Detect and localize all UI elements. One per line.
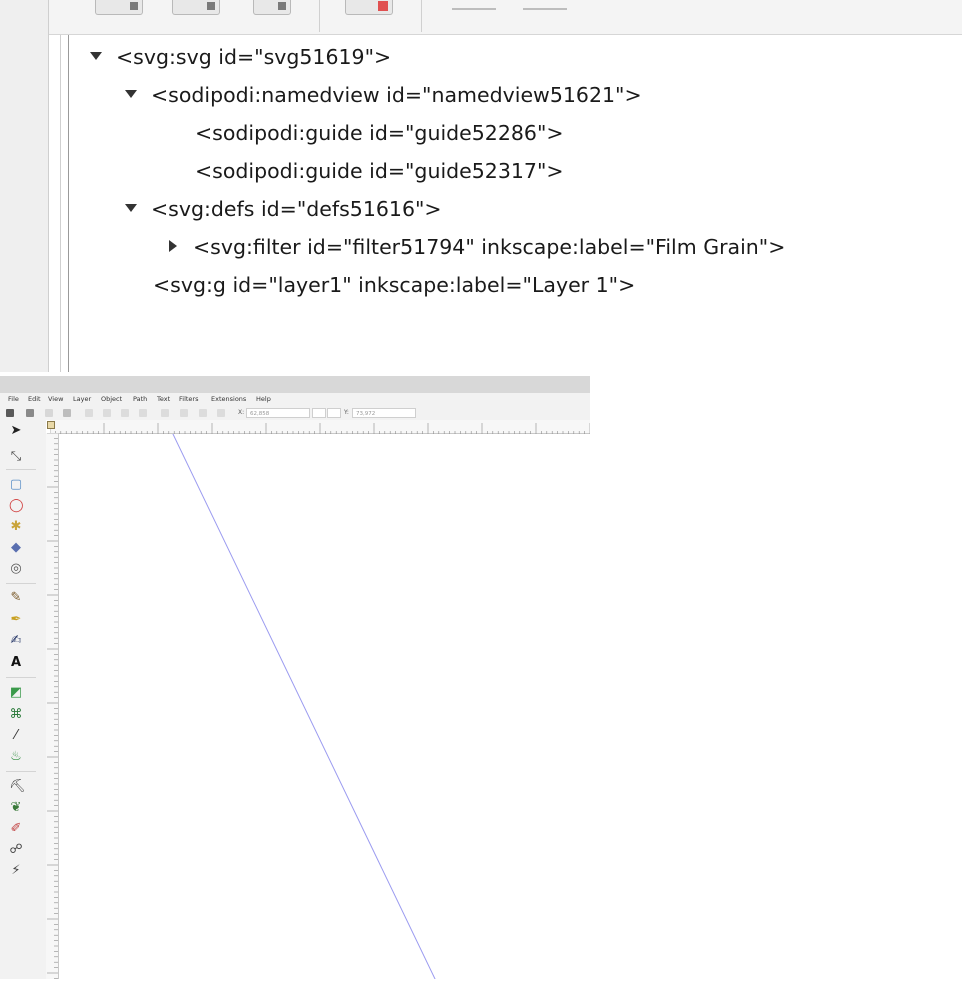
raise-icon[interactable] xyxy=(180,409,188,417)
tree-node-guide-2[interactable]: <sodipodi:guide id="guide52317"> xyxy=(195,152,564,190)
tree-node-filter[interactable]: <svg:filter id="filter51794" inkscape:la… xyxy=(169,228,785,266)
tree-view-border xyxy=(68,34,69,372)
y-label: Y: xyxy=(344,409,349,416)
canvas-svg xyxy=(172,434,436,979)
tree-node-namedview[interactable]: <sodipodi:namedview id="namedview51621"> xyxy=(125,76,642,114)
x-decrement-button[interactable] xyxy=(312,408,326,418)
menu-filters[interactable]: Filters xyxy=(179,395,198,403)
tool-controls-bar: X: 62,858 Y: 73,972 xyxy=(0,406,590,420)
duplicate-node-button[interactable] xyxy=(253,0,291,15)
select-all-icon[interactable] xyxy=(6,409,14,417)
pen-tool-icon[interactable]: ✒ xyxy=(9,613,23,627)
ruler-ticks xyxy=(47,432,58,979)
toolbox-separator xyxy=(6,771,36,772)
mesh-tool-icon[interactable]: ⌘ xyxy=(9,708,23,722)
lock-guides-icon[interactable] xyxy=(47,421,55,429)
tree-node-svg-root[interactable]: <svg:svg id="svg51619"> xyxy=(90,38,391,76)
menu-text[interactable]: Text xyxy=(157,395,170,403)
connector-tool-icon[interactable]: ☍ xyxy=(9,843,23,857)
expander-expanded-icon[interactable] xyxy=(125,204,137,212)
rotate-cw-icon[interactable] xyxy=(103,409,111,417)
window-titlebar xyxy=(0,376,590,393)
lower-icon[interactable] xyxy=(199,409,207,417)
toolbar-separator xyxy=(421,0,422,32)
flip-vertical-icon[interactable] xyxy=(139,409,147,417)
inkscape-window: File Edit View Layer Object Path Text Fi… xyxy=(0,376,591,979)
menu-layer[interactable]: Layer xyxy=(73,395,91,403)
paint-bucket-tool-icon[interactable]: ♨ xyxy=(9,750,23,764)
panel-left-strip xyxy=(0,0,48,372)
x-field[interactable]: 62,858 xyxy=(246,408,310,418)
tree-node-layer[interactable]: <svg:g id="layer1" inkscape:label="Layer… xyxy=(153,266,635,304)
menu-path[interactable]: Path xyxy=(133,395,147,403)
toolbox-separator xyxy=(6,583,36,584)
select-all-layers-icon[interactable] xyxy=(26,409,34,417)
menu-view[interactable]: View xyxy=(48,395,63,403)
pencil-tool-icon[interactable]: ✎ xyxy=(9,591,23,605)
xml-editor-toolbar xyxy=(49,0,962,35)
toolbox-separator xyxy=(6,469,36,470)
menu-object[interactable]: Object xyxy=(101,395,122,403)
tree-node-guide-1[interactable]: <sodipodi:guide id="guide52286"> xyxy=(195,114,564,152)
toolbar-separator xyxy=(319,0,320,32)
horizontal-ruler xyxy=(49,420,591,435)
xml-editor-panel: <svg:svg id="svg51619"> <sodipodi:namedv… xyxy=(0,0,962,372)
indent-node-button[interactable] xyxy=(523,8,567,10)
drawing-canvas[interactable] xyxy=(59,434,590,979)
delete-node-button[interactable] xyxy=(345,0,393,15)
eraser-tool-icon[interactable]: ✐ xyxy=(9,822,23,836)
x-label: X: xyxy=(238,409,245,416)
spray-tool-icon[interactable]: ❦ xyxy=(9,801,23,815)
new-element-node-button[interactable] xyxy=(95,0,143,15)
selector-tool-icon[interactable]: ➤ xyxy=(9,424,23,438)
x-increment-button[interactable] xyxy=(327,408,341,418)
panel-inner-border xyxy=(60,34,61,372)
spiral-tool-icon[interactable]: ◎ xyxy=(9,562,23,576)
menu-edit[interactable]: Edit xyxy=(28,395,41,403)
gradient-tool-icon[interactable]: ◩ xyxy=(9,686,23,700)
new-text-node-button[interactable] xyxy=(172,0,220,15)
tree-node-defs[interactable]: <svg:defs id="defs51616"> xyxy=(125,190,442,228)
toolbox-separator xyxy=(6,677,36,678)
flip-horizontal-icon[interactable] xyxy=(121,409,129,417)
text-tool-icon[interactable]: A xyxy=(9,656,23,670)
lower-to-bottom-icon[interactable] xyxy=(217,409,225,417)
3d-box-tool-icon[interactable]: ◆ xyxy=(9,541,23,555)
expander-expanded-icon[interactable] xyxy=(125,90,137,98)
rotate-ccw-icon[interactable] xyxy=(85,409,93,417)
y-field[interactable]: 73,972 xyxy=(352,408,416,418)
vertical-ruler xyxy=(46,432,59,979)
node-tool-icon[interactable]: ⤡ xyxy=(9,450,23,464)
rectangle-tool-icon[interactable]: ▢ xyxy=(9,478,23,492)
dropper-tool-icon[interactable]: ⁄ xyxy=(9,729,23,743)
rotate-icon[interactable] xyxy=(63,409,71,417)
expander-expanded-icon[interactable] xyxy=(90,52,102,60)
toolbox: ➤ ⤡ ▢ ◯ ✱ ◆ ◎ ✎ ✒ ✍ A ◩ ⌘ ⁄ ♨ ⛏ ❦ ✐ ☍ ⚡ xyxy=(0,420,46,979)
ellipse-tool-icon[interactable]: ◯ xyxy=(9,499,24,513)
calligraphy-tool-icon[interactable]: ✍ xyxy=(9,634,23,648)
menu-bar: File Edit View Layer Object Path Text Fi… xyxy=(0,393,590,406)
expander-collapsed-icon[interactable] xyxy=(169,240,177,252)
star-tool-icon[interactable]: ✱ xyxy=(9,520,23,534)
deselect-icon[interactable] xyxy=(45,409,53,417)
raise-to-top-icon[interactable] xyxy=(161,409,169,417)
guide-line[interactable] xyxy=(172,434,436,979)
panel-divider xyxy=(48,0,49,372)
menu-help[interactable]: Help xyxy=(256,395,271,403)
unindent-node-button[interactable] xyxy=(452,8,496,10)
menu-file[interactable]: File xyxy=(8,395,19,403)
measure-tool-icon[interactable]: ⚡ xyxy=(9,864,23,878)
menu-extensions[interactable]: Extensions xyxy=(211,395,246,403)
tweak-tool-icon[interactable]: ⛏ xyxy=(9,780,26,794)
